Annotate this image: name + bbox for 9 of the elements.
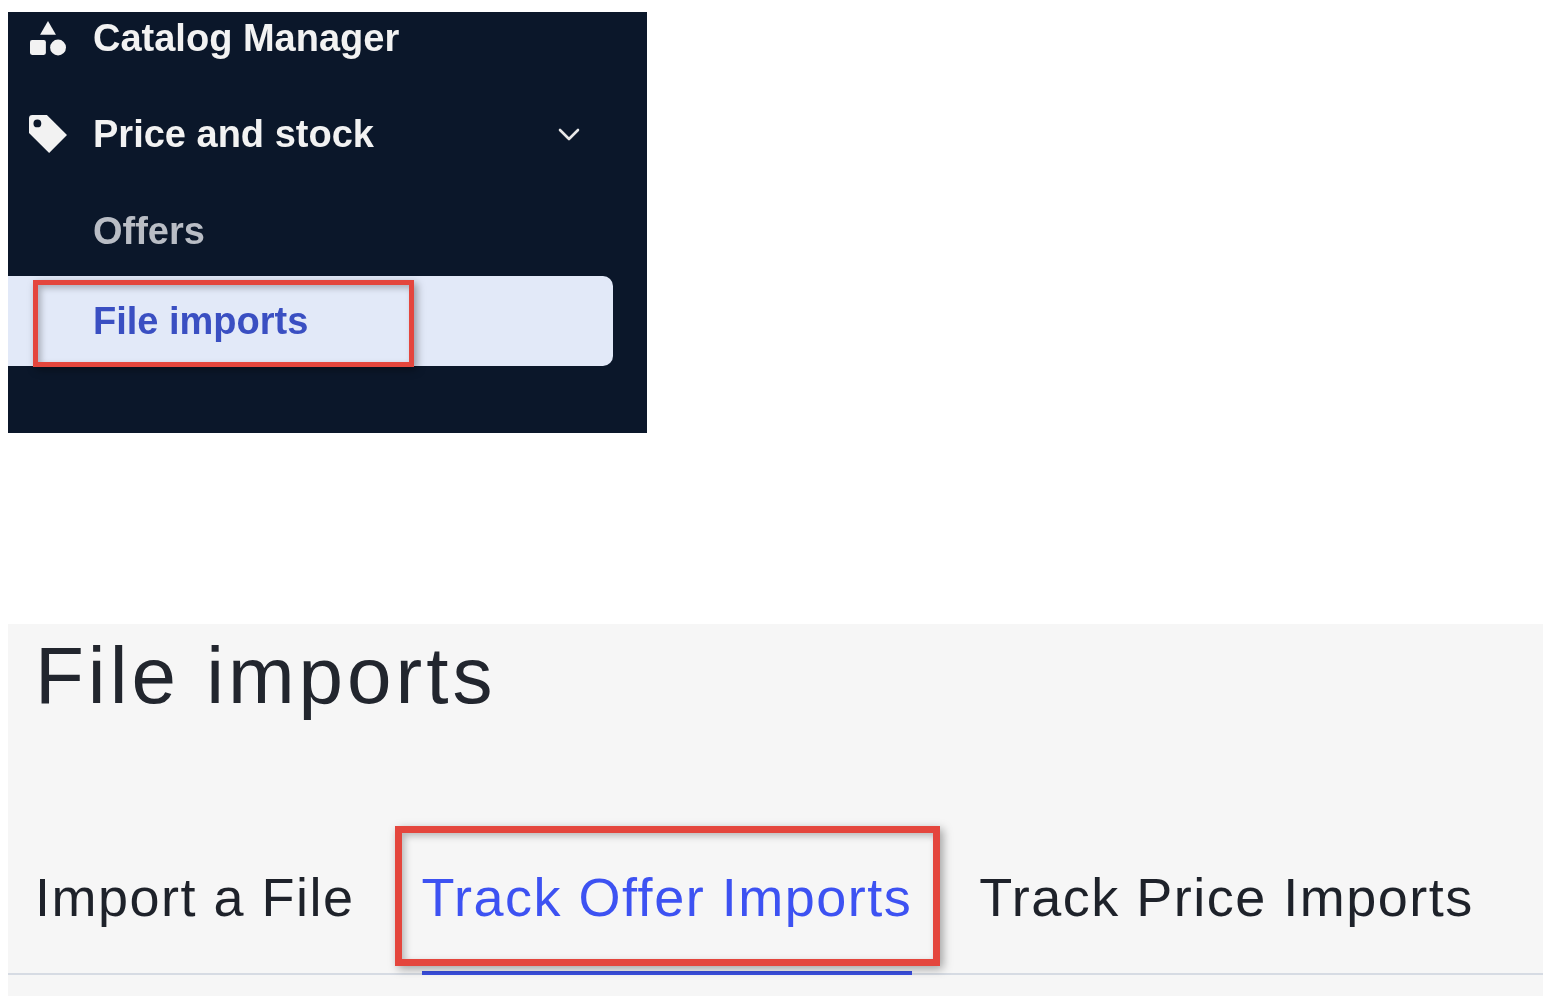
sidebar-item[interactable]: Catalog Manager <box>8 12 647 64</box>
tab[interactable]: Track Price Imports <box>979 840 1474 975</box>
sidebar-subitem[interactable]: Offers <box>8 186 613 276</box>
tab[interactable]: Import a File <box>35 840 355 975</box>
tab[interactable]: Track Offer Imports <box>421 840 913 975</box>
tag-icon <box>29 115 67 153</box>
shapes-icon <box>30 20 66 56</box>
sidebar-subitem[interactable]: File imports <box>8 276 613 366</box>
sidebar-item[interactable]: Price and stock <box>8 89 647 179</box>
